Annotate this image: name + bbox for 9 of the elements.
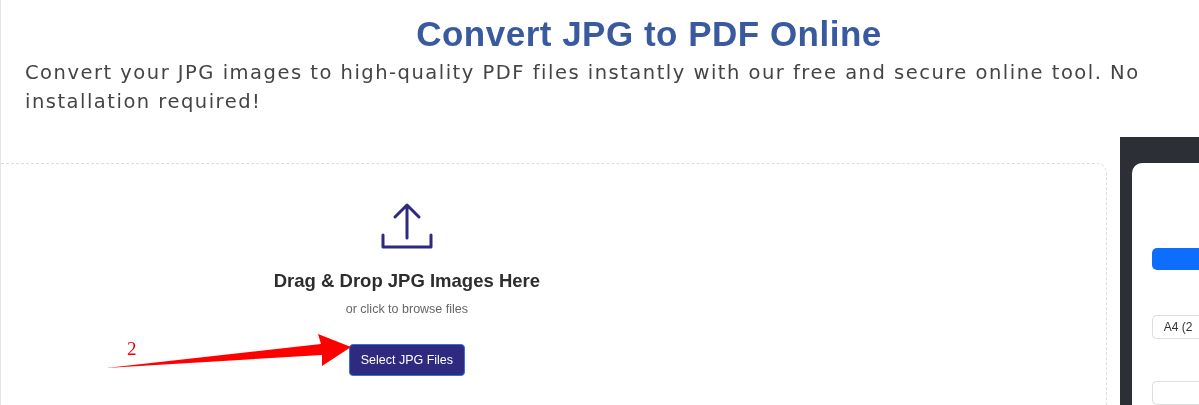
page-title: Convert JPG to PDF Online — [416, 14, 882, 54]
drop-hint: or click to browse files — [345, 302, 468, 316]
page-description: Convert your JPG images to high-quality PDF files instantly with our free and secure online tool. No installation required! — [25, 60, 1141, 115]
page-size-select[interactable]: A4 (2 — [1151, 315, 1199, 339]
select-field[interactable] — [1151, 381, 1199, 405]
drop-heading: Drag & Drop JPG Images Here — [273, 270, 540, 292]
annotation-number: 2 — [127, 338, 137, 360]
select-files-button[interactable]: Select JPG Files — [348, 344, 466, 376]
convert-button[interactable] — [1151, 248, 1199, 270]
